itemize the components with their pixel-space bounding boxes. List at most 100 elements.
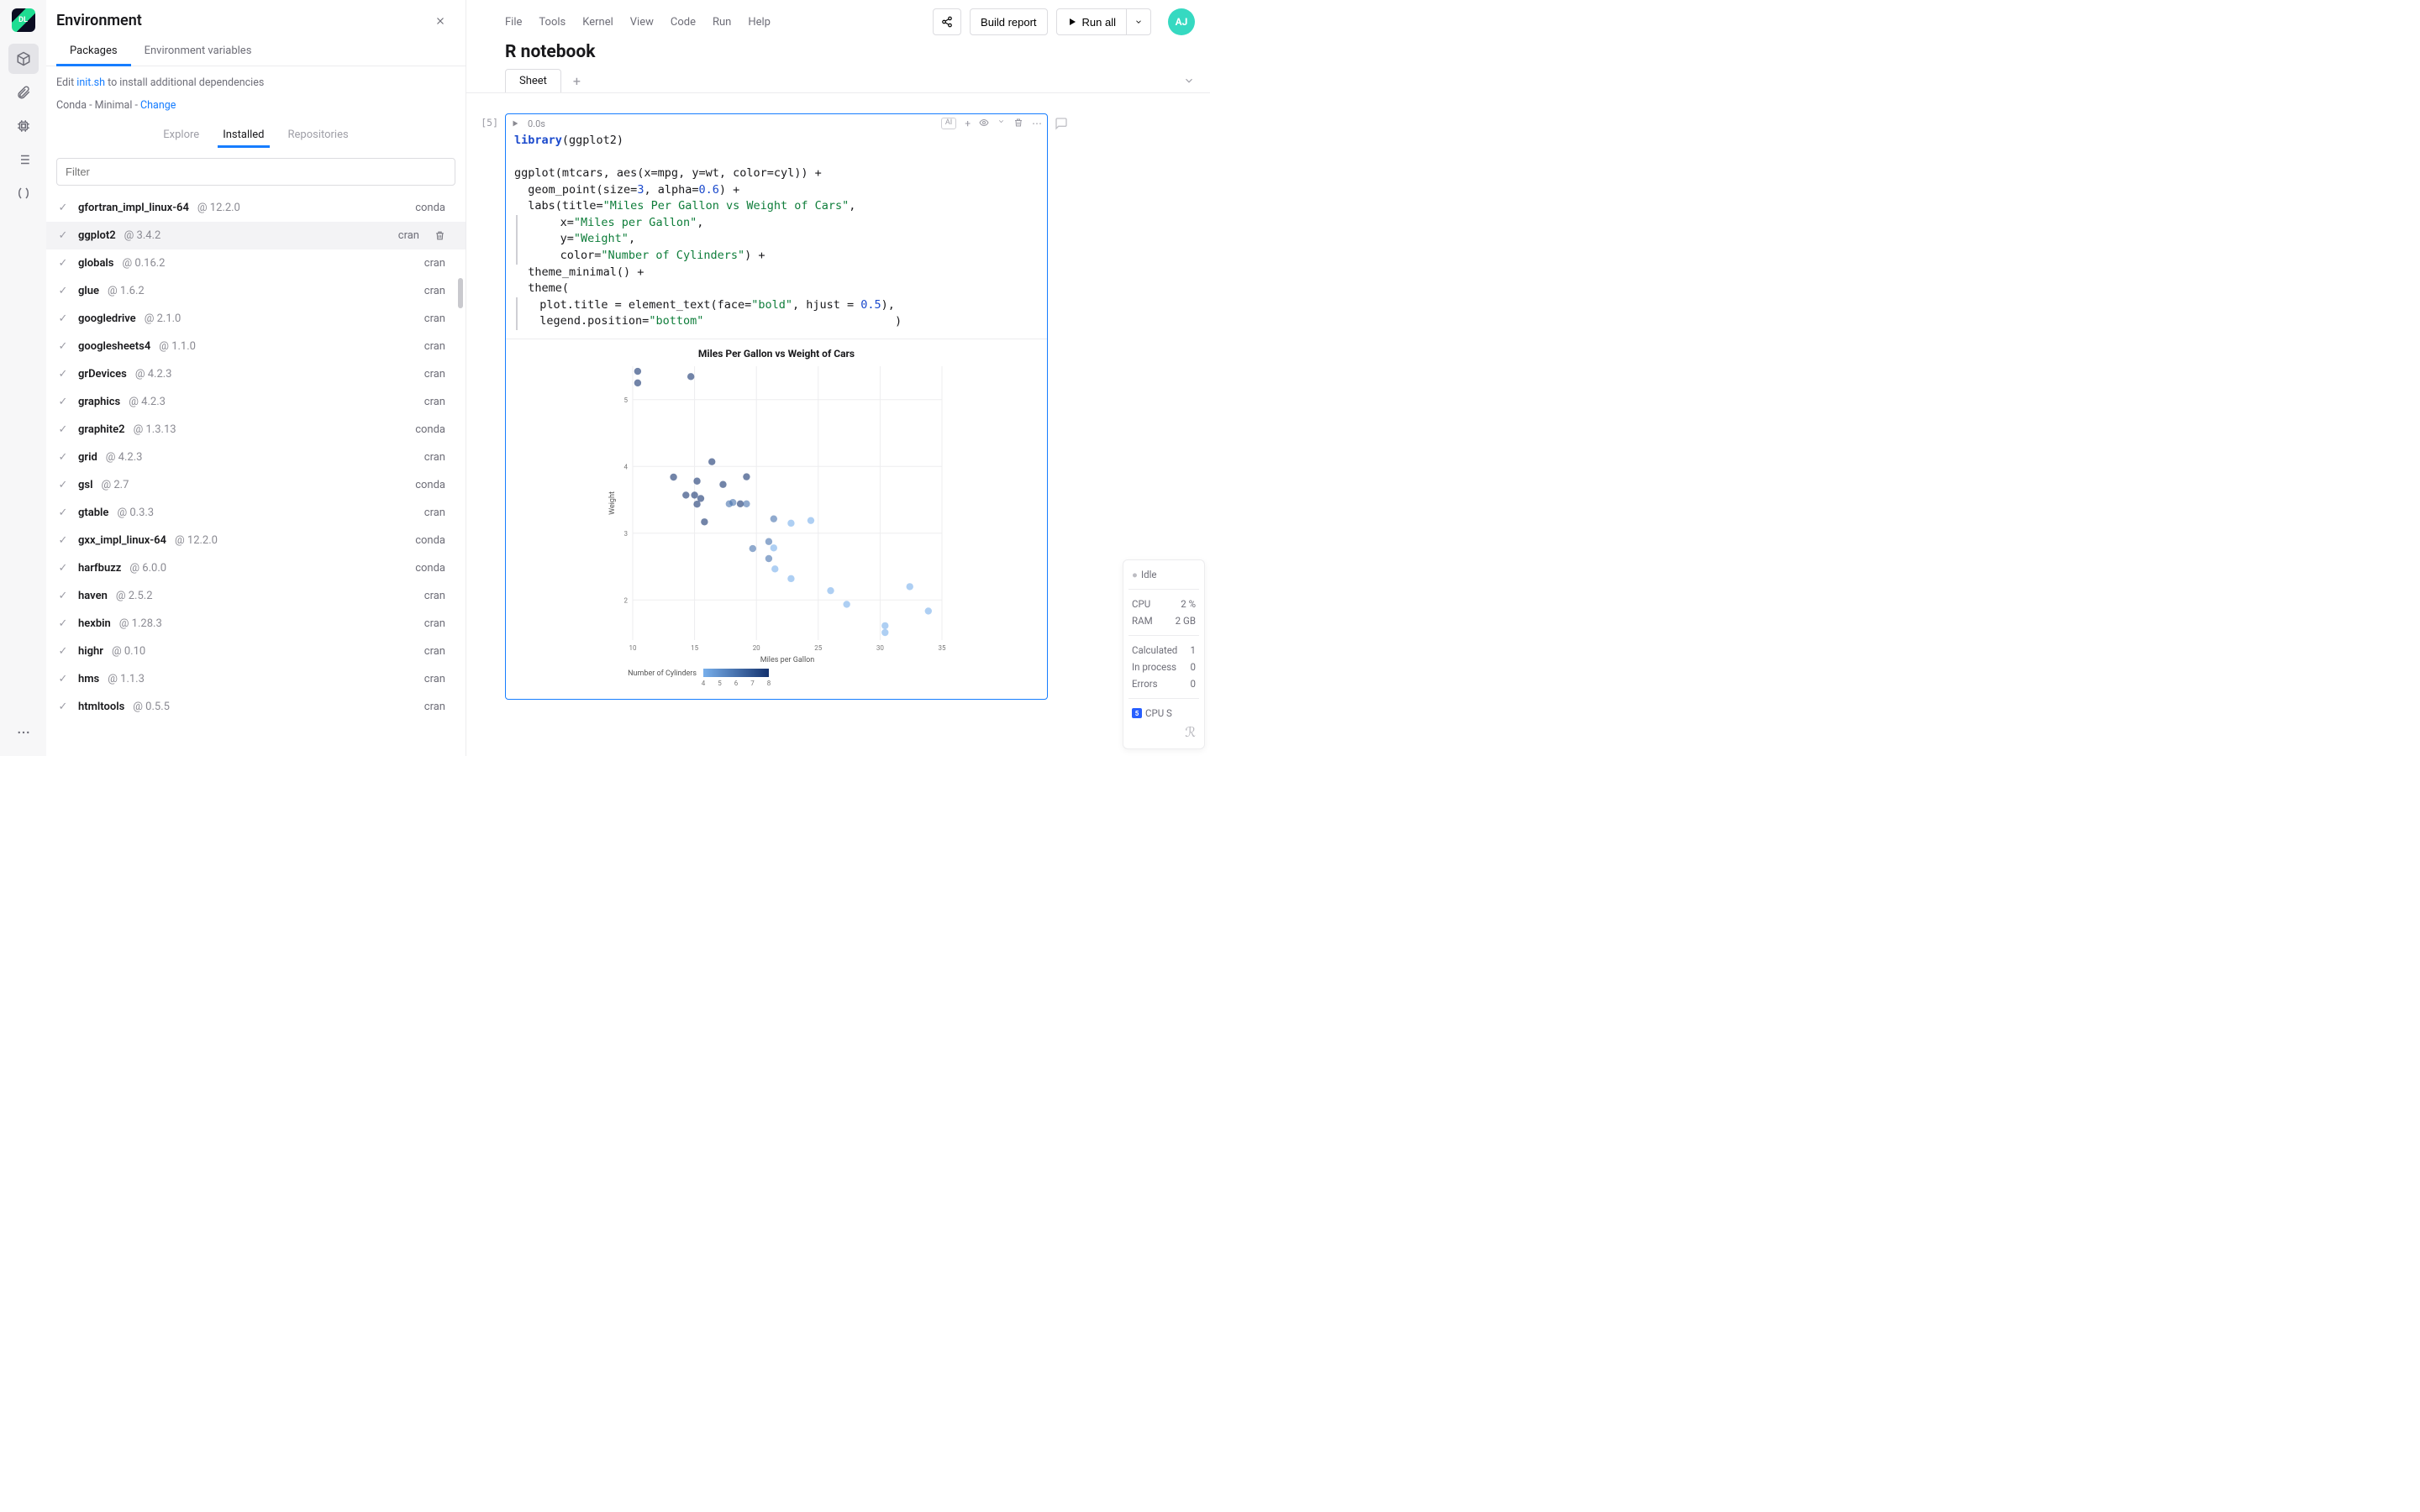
run-all-button[interactable]: Run all xyxy=(1056,8,1127,35)
code-editor[interactable]: library(ggplot2) ggplot(mtcars, aes(x=mp… xyxy=(506,133,1047,339)
svg-text:10: 10 xyxy=(629,644,637,652)
ram-value: 2 GB xyxy=(1176,615,1196,627)
menu-file[interactable]: File xyxy=(505,16,522,29)
menu-kernel[interactable]: Kernel xyxy=(582,16,613,29)
check-icon: ✓ xyxy=(56,229,70,242)
package-row[interactable]: ✓highr @ 0.10cran xyxy=(46,638,466,665)
more-cell-icon[interactable]: ⋯ xyxy=(1032,118,1042,129)
share-button[interactable] xyxy=(933,8,961,35)
svg-text:Miles per Gallon: Miles per Gallon xyxy=(760,656,815,664)
package-row[interactable]: ✓hms @ 1.1.3cran xyxy=(46,665,466,693)
svg-text:6: 6 xyxy=(734,680,739,687)
svg-text:20: 20 xyxy=(753,644,760,652)
compute-icon[interactable] xyxy=(8,111,39,141)
machine-badge[interactable]: 5CPU S xyxy=(1132,707,1196,719)
menu-tools[interactable]: Tools xyxy=(539,16,566,29)
app-logo: DL xyxy=(12,8,35,32)
run-all-dropdown[interactable] xyxy=(1127,8,1151,35)
package-row[interactable]: ✓haven @ 2.5.2cran xyxy=(46,582,466,610)
add-sheet-icon[interactable]: + xyxy=(573,73,581,89)
trash-icon[interactable] xyxy=(434,230,445,241)
package-name: harfbuzz xyxy=(78,562,121,575)
variables-icon[interactable] xyxy=(8,178,39,208)
package-name: googlesheets4 xyxy=(78,340,150,353)
svg-text:8: 8 xyxy=(767,680,771,687)
tab-packages[interactable]: Packages xyxy=(56,36,131,66)
package-row[interactable]: ✓glue @ 1.6.2cran xyxy=(46,277,466,305)
code-cell[interactable]: 0.0s AI + ⋯ library(ggplot2) ggplot(mtca… xyxy=(505,113,1048,700)
status-idle: Idle xyxy=(1141,569,1157,580)
cpu-value: 2 % xyxy=(1181,598,1196,610)
svg-text:4: 4 xyxy=(624,463,629,470)
package-row[interactable]: ✓globals @ 0.16.2cran xyxy=(46,249,466,277)
package-version: @ 12.2.0 xyxy=(197,202,240,214)
check-icon: ✓ xyxy=(56,479,70,491)
run-cell-icon[interactable] xyxy=(511,119,519,128)
package-version: @ 0.16.2 xyxy=(123,257,166,270)
check-icon: ✓ xyxy=(56,312,70,325)
filter-input[interactable] xyxy=(56,158,455,186)
check-icon: ✓ xyxy=(56,617,70,630)
main-menu: File Tools Kernel View Code Run Help xyxy=(505,16,771,29)
menu-run[interactable]: Run xyxy=(713,16,731,29)
comment-icon[interactable] xyxy=(1055,113,1068,130)
attachments-icon[interactable] xyxy=(8,77,39,108)
svg-text:4: 4 xyxy=(702,680,706,687)
package-row[interactable]: ✓graphics @ 4.2.3cran xyxy=(46,388,466,416)
cell-output: Miles Per Gallon vs Weight of Cars 10152… xyxy=(506,339,1047,699)
package-source: cran xyxy=(424,396,445,408)
check-icon: ✓ xyxy=(56,534,70,547)
package-name: glue xyxy=(78,285,99,297)
close-icon[interactable] xyxy=(432,13,449,29)
package-source: cran xyxy=(424,257,445,270)
more-icon[interactable] xyxy=(8,717,39,748)
package-row[interactable]: ✓gxx_impl_linux-64 @ 12.2.0conda xyxy=(46,527,466,554)
environment-icon[interactable] xyxy=(8,44,39,74)
package-row[interactable]: ✓gtable @ 0.3.3cran xyxy=(46,499,466,527)
package-name: hexbin xyxy=(78,617,111,630)
package-name: gsl xyxy=(78,479,92,491)
package-row[interactable]: ✓googledrive @ 2.1.0cran xyxy=(46,305,466,333)
tab-explore[interactable]: Explore xyxy=(151,122,211,148)
chevron-down-icon[interactable] xyxy=(997,118,1005,129)
change-link[interactable]: Change xyxy=(140,99,176,112)
outline-icon[interactable] xyxy=(8,144,39,175)
package-row[interactable]: ✓htmltools @ 0.5.5cran xyxy=(46,693,466,721)
package-row[interactable]: ✓graphite2 @ 1.3.13conda xyxy=(46,416,466,444)
tab-installed[interactable]: Installed xyxy=(211,122,276,148)
ai-button[interactable]: AI xyxy=(941,118,956,129)
init-sh-link[interactable]: init.sh xyxy=(76,76,105,89)
svg-text:25: 25 xyxy=(814,644,822,652)
package-name: ggplot2 xyxy=(78,229,116,242)
conda-line: Conda - Minimal - Change xyxy=(46,89,466,112)
package-row[interactable]: ✓hexbin @ 1.28.3cran xyxy=(46,610,466,638)
tab-repositories[interactable]: Repositories xyxy=(276,122,360,148)
build-report-button[interactable]: Build report xyxy=(970,8,1047,35)
status-card: ●Idle CPU2 % RAM2 GB Calculated1 In proc… xyxy=(1123,559,1205,749)
package-source: cran xyxy=(424,673,445,685)
package-row[interactable]: ✓gfortran_impl_linux-64 @ 12.2.0conda xyxy=(46,194,466,222)
sheet-chevron-icon[interactable] xyxy=(1183,75,1195,87)
menu-help[interactable]: Help xyxy=(748,16,771,29)
package-row[interactable]: ✓harfbuzz @ 6.0.0conda xyxy=(46,554,466,582)
package-row[interactable]: ✓grid @ 4.2.3cran xyxy=(46,444,466,471)
check-icon: ✓ xyxy=(56,257,70,270)
add-cell-icon[interactable]: + xyxy=(965,118,971,129)
sheet-tab[interactable]: Sheet xyxy=(505,69,561,92)
tab-env-vars[interactable]: Environment variables xyxy=(131,36,266,66)
check-icon: ✓ xyxy=(56,590,70,602)
package-row[interactable]: ✓googlesheets4 @ 1.1.0cran xyxy=(46,333,466,360)
menu-code[interactable]: Code xyxy=(671,16,696,29)
package-name: grDevices xyxy=(78,368,127,381)
package-row[interactable]: ✓gsl @ 2.7conda xyxy=(46,471,466,499)
package-row[interactable]: ✓ggplot2 @ 3.4.2cran xyxy=(46,222,466,249)
cell-index: [5] xyxy=(466,113,505,129)
avatar[interactable]: AJ xyxy=(1168,8,1195,35)
cell-view-icon[interactable] xyxy=(979,118,989,129)
delete-cell-icon[interactable] xyxy=(1013,118,1023,129)
check-icon: ✓ xyxy=(56,507,70,519)
menu-view[interactable]: View xyxy=(630,16,654,29)
package-row[interactable]: ✓grDevices @ 4.2.3cran xyxy=(46,360,466,388)
scrollbar-thumb[interactable] xyxy=(458,278,463,308)
svg-text:5: 5 xyxy=(624,396,629,404)
